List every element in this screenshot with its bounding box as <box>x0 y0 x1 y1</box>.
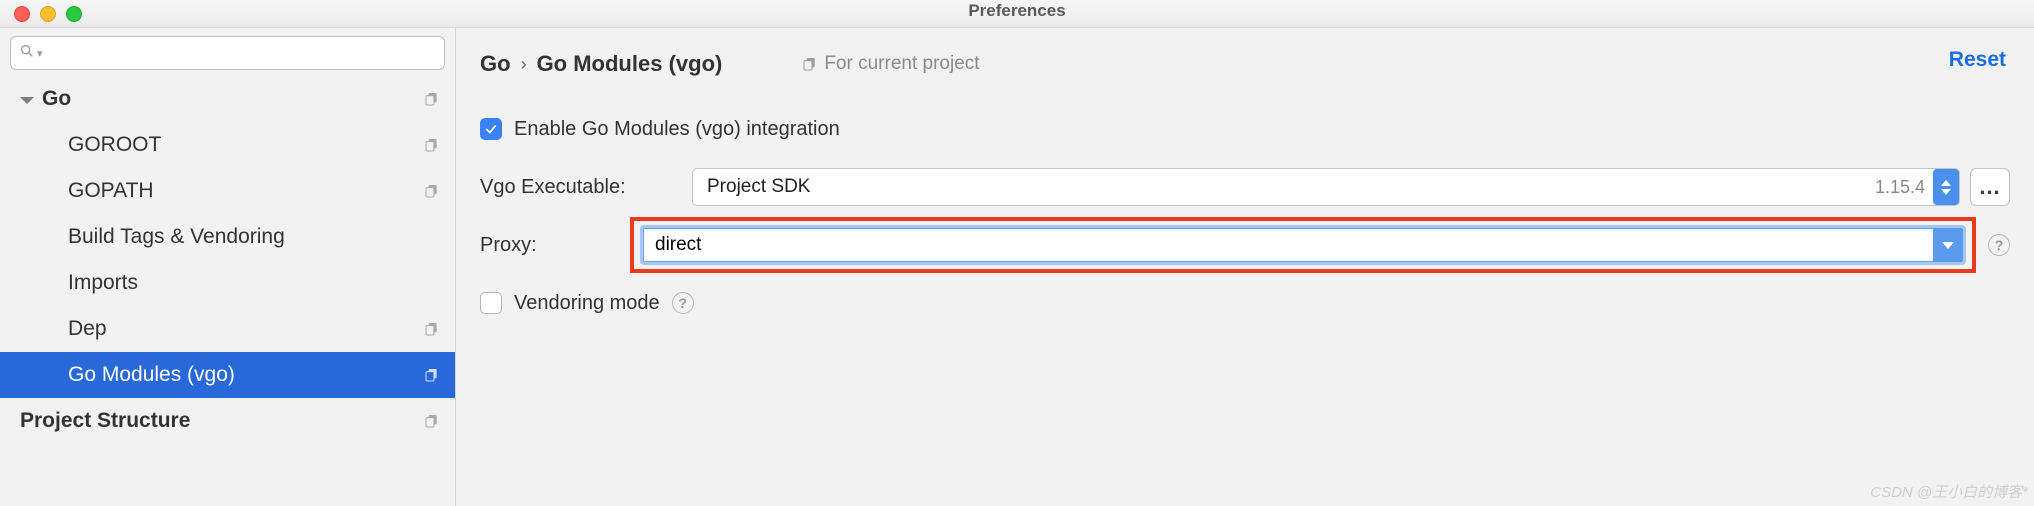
stepper-icon[interactable] <box>1933 169 1959 205</box>
proxy-label: Proxy: <box>480 234 636 257</box>
reset-button[interactable]: Reset <box>1949 48 2006 72</box>
main-area: ▾ Go GOROOT GOPATH Build Tags & Vendorin… <box>0 28 2034 506</box>
form: Enable Go Modules (vgo) integration Vgo … <box>480 86 2010 332</box>
sidebar: ▾ Go GOROOT GOPATH Build Tags & Vendorin… <box>0 28 456 506</box>
vgo-executable-label: Vgo Executable: <box>480 176 692 199</box>
copy-icon[interactable] <box>423 183 441 199</box>
sidebar-item-go-modules[interactable]: Go Modules (vgo) <box>0 352 455 398</box>
sidebar-item-label: Project Structure <box>20 409 423 433</box>
sidebar-item-label: GOROOT <box>68 133 423 157</box>
help-icon[interactable]: ? <box>1988 234 2010 256</box>
search-options-caret-icon[interactable]: ▾ <box>37 47 43 60</box>
close-window-button[interactable] <box>14 6 30 22</box>
sidebar-item-label: Build Tags & Vendoring <box>68 225 441 249</box>
vgo-executable-value: Project SDK <box>707 176 1875 198</box>
chevron-down-icon <box>1942 242 1954 249</box>
highlight-box <box>630 217 1976 273</box>
proxy-combobox[interactable] <box>640 225 1966 265</box>
sidebar-item-gopath[interactable]: GOPATH <box>0 168 455 214</box>
sidebar-item-imports[interactable]: Imports <box>0 260 455 306</box>
copy-icon[interactable] <box>423 367 441 383</box>
sidebar-item-label: Dep <box>68 317 423 341</box>
sidebar-item-dep[interactable]: Dep <box>0 306 455 352</box>
window-title: Preferences <box>968 1 1065 20</box>
sidebar-tree: Go GOROOT GOPATH Build Tags & Vendoring … <box>0 76 455 506</box>
breadcrumb-leaf: Go Modules (vgo) <box>537 51 723 77</box>
sidebar-item-project-structure[interactable]: Project Structure <box>0 398 455 444</box>
breadcrumb: Go › Go Modules (vgo) For current projec… <box>480 42 2010 86</box>
scope-badge: For current project <box>802 53 979 75</box>
vgo-executable-version: 1.15.4 <box>1875 177 1925 198</box>
sidebar-item-goroot[interactable]: GOROOT <box>0 122 455 168</box>
proxy-input[interactable] <box>643 228 1933 262</box>
copy-icon[interactable] <box>423 413 441 429</box>
sidebar-item-go[interactable]: Go <box>0 76 455 122</box>
watermark: CSDN @王小白的博客* <box>1870 481 2028 502</box>
sidebar-search-row: ▾ <box>0 28 455 76</box>
breadcrumb-separator-icon: › <box>521 54 527 75</box>
scope-label: For current project <box>824 53 979 75</box>
proxy-dropdown-button[interactable] <box>1933 228 1963 262</box>
breadcrumb-root[interactable]: Go <box>480 51 511 77</box>
chevron-down-icon <box>1941 189 1951 195</box>
sidebar-item-label: GOPATH <box>68 179 423 203</box>
chevron-up-icon <box>1941 180 1951 186</box>
sidebar-item-build-tags[interactable]: Build Tags & Vendoring <box>0 214 455 260</box>
vendoring-checkbox[interactable] <box>480 292 502 314</box>
copy-icon[interactable] <box>423 137 441 153</box>
check-icon <box>484 122 498 136</box>
copy-icon[interactable] <box>423 321 441 337</box>
sidebar-item-label: Go <box>42 87 423 111</box>
enable-go-modules-checkbox[interactable] <box>480 118 502 140</box>
copy-icon <box>802 56 818 72</box>
minimize-window-button[interactable] <box>40 6 56 22</box>
window-controls <box>14 6 82 22</box>
vendoring-label: Vendoring mode <box>514 292 660 315</box>
search-icon <box>19 43 35 64</box>
browse-button[interactable]: ... <box>1970 168 2010 206</box>
help-icon[interactable]: ? <box>672 292 694 314</box>
enable-go-modules-row: Enable Go Modules (vgo) integration <box>480 100 2010 158</box>
copy-icon[interactable] <box>423 91 441 107</box>
sidebar-search-input[interactable]: ▾ <box>10 36 445 70</box>
proxy-row: Proxy: ? <box>480 216 2010 274</box>
vgo-executable-select[interactable]: Project SDK 1.15.4 <box>692 168 1960 206</box>
vendoring-row: Vendoring mode ? <box>480 274 2010 332</box>
zoom-window-button[interactable] <box>66 6 82 22</box>
vgo-executable-row: Vgo Executable: Project SDK 1.15.4 ... <box>480 158 2010 216</box>
titlebar: Preferences <box>0 0 2034 28</box>
sidebar-item-label: Imports <box>68 271 441 295</box>
sidebar-item-label: Go Modules (vgo) <box>68 363 423 387</box>
content-pane: Go › Go Modules (vgo) For current projec… <box>456 28 2034 506</box>
enable-go-modules-label: Enable Go Modules (vgo) integration <box>514 118 840 141</box>
disclosure-triangle-icon[interactable] <box>20 97 34 104</box>
